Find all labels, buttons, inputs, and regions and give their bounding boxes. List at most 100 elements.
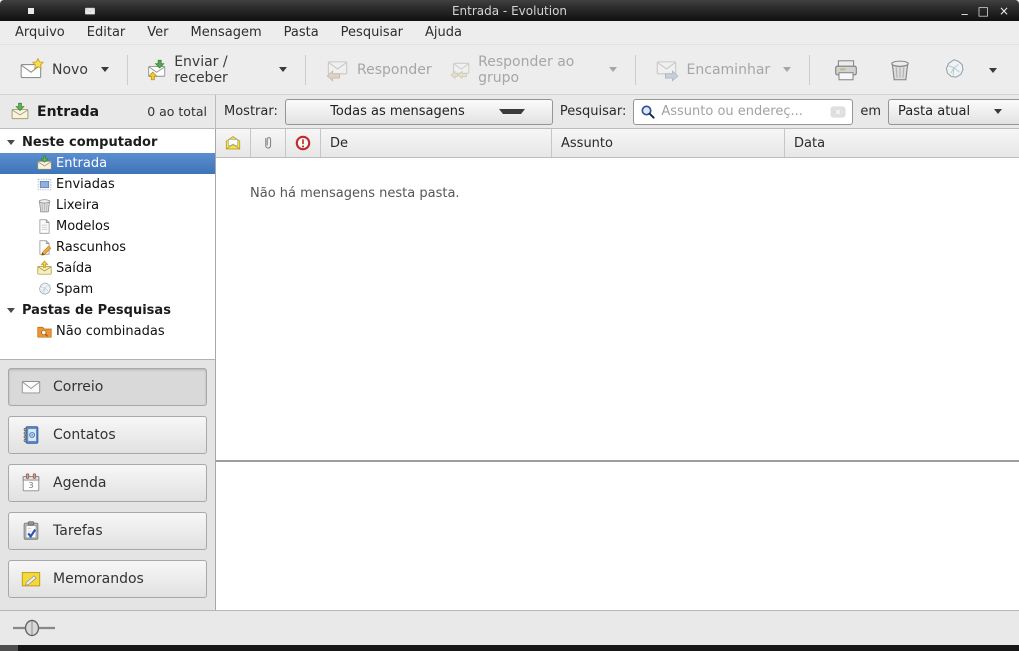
tree-group-neste-computador[interactable]: Neste computador (0, 132, 215, 153)
sent-icon (36, 176, 53, 193)
menubar: Arquivo Editar Ver Mensagem Pasta Pesqui… (0, 21, 1019, 45)
send-receive-button[interactable]: Enviar / receber (137, 48, 296, 92)
search-label: Pesquisar: (560, 104, 627, 119)
show-filter-value: Todas as mensagens (312, 104, 465, 119)
menu-ajuda[interactable]: Ajuda (414, 22, 473, 43)
search-scope-dropdown[interactable]: Pasta atual (888, 99, 1019, 125)
column-read-status[interactable] (216, 129, 251, 157)
reply-all-icon (450, 57, 472, 83)
online-status-icon[interactable] (12, 618, 56, 638)
tree-group-pastas-de-pesquisas[interactable]: Pastas de Pesquisas (0, 300, 215, 321)
column-de[interactable]: De (321, 129, 552, 157)
new-button-label: Novo (52, 62, 88, 78)
tree-item-label: Spam (56, 282, 93, 297)
switcher-label: Correio (53, 379, 103, 395)
print-button[interactable] (823, 51, 869, 89)
trash-icon (887, 57, 913, 83)
current-folder-header: Entrada 0 ao total (0, 95, 216, 128)
outbox-icon (36, 260, 53, 277)
maximize-icon[interactable]: □ (978, 6, 989, 16)
new-button[interactable]: Novo (10, 51, 118, 89)
column-assunto[interactable]: Assunto (552, 129, 785, 157)
filter-bar: Mostrar: Todas as mensagens Pesquisar: e… (216, 95, 1019, 128)
tree-item-label: Lixeira (56, 198, 99, 213)
forward-icon (654, 57, 680, 83)
window-controls: _ □ × (962, 6, 1009, 16)
sidebar-item-lixeira[interactable]: Lixeira (0, 195, 215, 216)
column-priority[interactable] (286, 129, 321, 157)
reply-button[interactable]: Responder (315, 51, 441, 89)
message-list-header: De Assunto Data (216, 129, 1019, 158)
folder-tree: Neste computador Entrada Enviadas Lixeir… (0, 129, 215, 359)
tree-item-label: Saída (56, 261, 92, 276)
message-list-body: Não há mensagens nesta pasta. (216, 158, 1019, 460)
send-receive-dropdown-caret-icon[interactable] (279, 67, 287, 72)
templates-icon (36, 218, 53, 235)
sidebar-item-modelos[interactable]: Modelos (0, 216, 215, 237)
contacts-icon (20, 424, 42, 446)
reply-group-dropdown-caret-icon[interactable] (609, 67, 617, 72)
tree-item-label: Enviadas (56, 177, 115, 192)
window-title: Entrada - Evolution (0, 4, 1019, 18)
current-folder-title: Entrada (37, 104, 99, 120)
inbox-icon (10, 102, 30, 122)
read-status-icon (224, 134, 242, 152)
search-icon (639, 103, 657, 121)
reply-group-label: Responder ao grupo (478, 54, 596, 86)
forward-label: Encaminhar (687, 62, 771, 78)
delete-button[interactable] (877, 51, 923, 89)
toolbar-overflow-button[interactable] (981, 54, 1005, 85)
search-input[interactable] (657, 104, 829, 119)
column-data[interactable]: Data (785, 129, 1019, 157)
sidebar: Neste computador Entrada Enviadas Lixeir… (0, 129, 216, 610)
column-attachment[interactable] (251, 129, 286, 157)
sidebar-item-saida[interactable]: Saída (0, 258, 215, 279)
forward-dropdown-caret-icon[interactable] (783, 67, 791, 72)
menu-mensagem[interactable]: Mensagem (180, 22, 273, 43)
clear-search-icon[interactable] (829, 103, 847, 121)
new-dropdown-caret-icon[interactable] (101, 67, 109, 72)
memos-icon (20, 568, 42, 590)
search-box[interactable] (633, 99, 853, 125)
sidebar-item-entrada[interactable]: Entrada (0, 153, 215, 174)
app-envelope-icon (82, 5, 98, 17)
send-receive-label: Enviar / receber (174, 54, 266, 86)
switcher-agenda-button[interactable]: Agenda (8, 464, 207, 502)
switcher-label: Agenda (53, 475, 106, 491)
switcher-correio-button[interactable]: Correio (8, 368, 207, 406)
statusbar (0, 610, 1019, 645)
evolution-window: Entrada - Evolution _ □ × Arquivo Editar… (0, 0, 1019, 651)
trash-icon (36, 197, 53, 214)
sidebar-item-enviadas[interactable]: Enviadas (0, 174, 215, 195)
forward-button[interactable]: Encaminhar (645, 51, 801, 89)
menu-pasta[interactable]: Pasta (273, 22, 330, 43)
menu-ver[interactable]: Ver (136, 22, 179, 43)
toolbar-separator (809, 55, 810, 85)
desktop-panel-strip (0, 645, 1019, 651)
chevron-down-icon (499, 109, 525, 114)
menu-pesquisar[interactable]: Pesquisar (330, 22, 414, 43)
switcher-memorandos-button[interactable]: Memorandos (8, 560, 207, 598)
switcher-contatos-button[interactable]: Contatos (8, 416, 207, 454)
close-icon[interactable]: × (999, 6, 1009, 16)
show-filter-dropdown[interactable]: Todas as mensagens (285, 99, 553, 125)
tree-item-label: Não combinadas (56, 324, 165, 339)
menu-arquivo[interactable]: Arquivo (4, 22, 76, 43)
infobar: Entrada 0 ao total Mostrar: Todas as men… (0, 95, 1019, 129)
reply-group-button[interactable]: Responder ao grupo (441, 48, 626, 92)
switcher-tarefas-button[interactable]: Tarefas (8, 512, 207, 550)
sidebar-item-rascunhos[interactable]: Rascunhos (0, 237, 215, 258)
in-label: em (860, 104, 881, 119)
expander-icon[interactable] (7, 308, 15, 313)
sidebar-item-spam[interactable]: Spam (0, 279, 215, 300)
titlebar[interactable]: Entrada - Evolution _ □ × (0, 0, 1019, 21)
new-mail-icon (19, 57, 45, 83)
tree-item-label: Rascunhos (56, 240, 126, 255)
junk-button[interactable] (931, 51, 977, 89)
inbox-icon (36, 155, 53, 172)
expander-icon[interactable] (7, 140, 15, 145)
minimize-icon[interactable]: _ (962, 3, 968, 13)
menu-editar[interactable]: Editar (76, 22, 137, 43)
window-menu-icon[interactable] (28, 8, 34, 14)
sidebar-item-nao-combinadas[interactable]: Não combinadas (0, 321, 215, 342)
